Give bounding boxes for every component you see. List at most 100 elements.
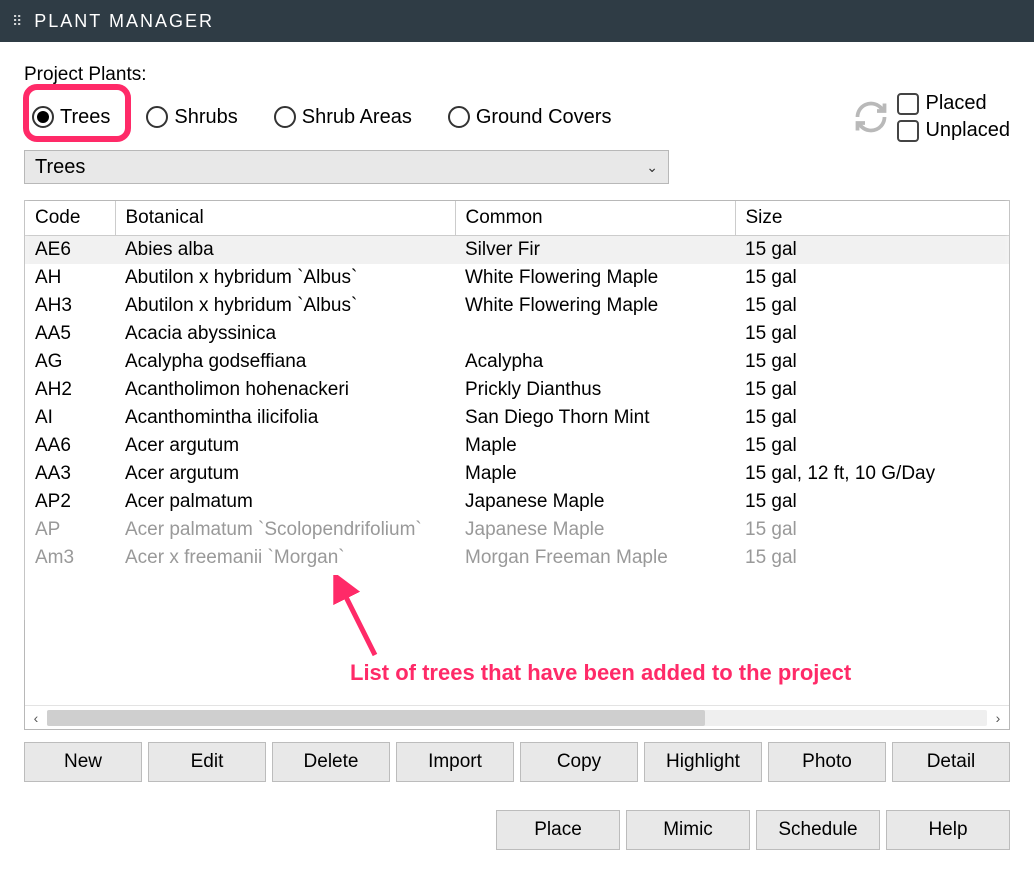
cell-size: 15 gal, 12 ft, 10 G/Day xyxy=(735,460,1009,488)
scroll-left-arrow-icon[interactable]: ‹ xyxy=(25,710,47,726)
action-button-row: New Edit Delete Import Copy Highlight Ph… xyxy=(24,742,1010,782)
table-row[interactable]: AA3Acer argutumMaple15 gal, 12 ft, 10 G/… xyxy=(25,460,1009,488)
cell-code: AH2 xyxy=(25,376,115,404)
cell-common: Morgan Freeman Maple xyxy=(455,544,735,572)
section-label: Project Plants: xyxy=(24,64,1010,86)
cell-common: Maple xyxy=(455,460,735,488)
radio-circle-icon xyxy=(146,106,168,128)
highlight-button[interactable]: Highlight xyxy=(644,742,762,782)
dropdown-value: Trees xyxy=(35,156,85,179)
plant-table-container: Code Botanical Common Size AE6Abies alba… xyxy=(24,200,1010,730)
cell-size: 15 gal xyxy=(735,348,1009,376)
cell-size: 15 gal xyxy=(735,236,1009,265)
title-bar[interactable]: ⠿ PLANT MANAGER xyxy=(0,0,1034,42)
radio-label: Ground Covers xyxy=(476,106,612,129)
refresh-icon[interactable] xyxy=(853,99,889,135)
cell-common: Japanese Maple xyxy=(455,516,735,544)
cell-botanical: Acer argutum xyxy=(115,460,455,488)
cell-botanical: Abutilon x hybridum `Albus` xyxy=(115,264,455,292)
scroll-thumb[interactable] xyxy=(47,710,705,726)
window-title: PLANT MANAGER xyxy=(34,11,214,32)
scroll-track[interactable] xyxy=(47,710,987,726)
table-row[interactable]: Am3Acer x freemanii `Morgan`Morgan Freem… xyxy=(25,544,1009,572)
col-header-code[interactable]: Code xyxy=(25,201,115,236)
cell-size: 15 gal xyxy=(735,516,1009,544)
copy-button[interactable]: Copy xyxy=(520,742,638,782)
chevron-down-icon: ⌄ xyxy=(646,159,658,176)
cell-code: AG xyxy=(25,348,115,376)
cell-botanical: Abies alba xyxy=(115,236,455,265)
cell-common: Japanese Maple xyxy=(455,488,735,516)
table-row[interactable]: AH3Abutilon x hybridum `Albus`White Flow… xyxy=(25,292,1009,320)
delete-button[interactable]: Delete xyxy=(272,742,390,782)
scroll-right-arrow-icon[interactable]: › xyxy=(987,710,1009,726)
table-row[interactable]: AGAcalypha godseffianaAcalypha15 gal xyxy=(25,348,1009,376)
schedule-button[interactable]: Schedule xyxy=(756,810,880,850)
radio-circle-icon xyxy=(274,106,296,128)
table-row[interactable]: AE6Abies albaSilver Fir15 gal xyxy=(25,236,1009,265)
cell-common: White Flowering Maple xyxy=(455,264,735,292)
cell-botanical: Acer x freemanii `Morgan` xyxy=(115,544,455,572)
checkbox-label: Unplaced xyxy=(925,119,1010,142)
cell-code: AP xyxy=(25,516,115,544)
cell-code: AE6 xyxy=(25,236,115,265)
checkbox-placed[interactable]: Placed xyxy=(897,92,1010,115)
cell-botanical: Acantholimon hohenackeri xyxy=(115,376,455,404)
cell-botanical: Acer palmatum xyxy=(115,488,455,516)
cell-common: Silver Fir xyxy=(455,236,735,265)
col-header-common[interactable]: Common xyxy=(455,201,735,236)
import-button[interactable]: Import xyxy=(396,742,514,782)
place-button[interactable]: Place xyxy=(496,810,620,850)
radio-label: Shrub Areas xyxy=(302,106,412,129)
radio-shrubs[interactable]: Shrubs xyxy=(146,106,237,129)
edit-button[interactable]: Edit xyxy=(148,742,266,782)
cell-code: AA3 xyxy=(25,460,115,488)
cell-common xyxy=(455,320,735,348)
cell-size: 15 gal xyxy=(735,320,1009,348)
mimic-button[interactable]: Mimic xyxy=(626,810,750,850)
table-row[interactable]: AP2Acer palmatumJapanese Maple15 gal xyxy=(25,488,1009,516)
table-row[interactable]: AHAbutilon x hybridum `Albus`White Flowe… xyxy=(25,264,1009,292)
grip-icon: ⠿ xyxy=(12,14,24,28)
cell-code: AA5 xyxy=(25,320,115,348)
cell-code: AP2 xyxy=(25,488,115,516)
cell-size: 15 gal xyxy=(735,292,1009,320)
table-row[interactable]: APAcer palmatum `Scolopendrifolium`Japan… xyxy=(25,516,1009,544)
radio-ground-covers[interactable]: Ground Covers xyxy=(448,106,612,129)
cell-size: 15 gal xyxy=(735,264,1009,292)
cell-botanical: Acacia abyssinica xyxy=(115,320,455,348)
cell-common: Prickly Dianthus xyxy=(455,376,735,404)
col-header-botanical[interactable]: Botanical xyxy=(115,201,455,236)
fade-overlay xyxy=(26,575,1008,695)
cell-botanical: Acalypha godseffiana xyxy=(115,348,455,376)
col-header-size[interactable]: Size xyxy=(735,201,1009,236)
table-row[interactable]: AIAcanthomintha ilicifoliaSan Diego Thor… xyxy=(25,404,1009,432)
radio-circle-icon xyxy=(448,106,470,128)
radio-shrub-areas[interactable]: Shrub Areas xyxy=(274,106,412,129)
radio-label: Trees xyxy=(60,106,110,129)
cell-common: White Flowering Maple xyxy=(455,292,735,320)
detail-button[interactable]: Detail xyxy=(892,742,1010,782)
photo-button[interactable]: Photo xyxy=(768,742,886,782)
cell-code: Am3 xyxy=(25,544,115,572)
checkbox-unplaced[interactable]: Unplaced xyxy=(897,119,1010,142)
radio-trees[interactable]: Trees xyxy=(32,106,110,129)
cell-size: 15 gal xyxy=(735,544,1009,572)
table-row[interactable]: AA5Acacia abyssinica 15 gal xyxy=(25,320,1009,348)
cell-botanical: Acer argutum xyxy=(115,432,455,460)
help-button[interactable]: Help xyxy=(886,810,1010,850)
cell-size: 15 gal xyxy=(735,404,1009,432)
plant-type-radios: Trees Shrubs Shrub Areas Ground Covers xyxy=(24,92,1010,142)
table-row[interactable]: AA6Acer argutumMaple15 gal xyxy=(25,432,1009,460)
plant-table[interactable]: Code Botanical Common Size AE6Abies alba… xyxy=(25,201,1009,572)
cell-botanical: Acer palmatum `Scolopendrifolium` xyxy=(115,516,455,544)
cell-size: 15 gal xyxy=(735,376,1009,404)
checkbox-icon xyxy=(897,120,919,142)
table-row[interactable]: AH2Acantholimon hohenackeriPrickly Diant… xyxy=(25,376,1009,404)
cell-code: AI xyxy=(25,404,115,432)
radio-circle-icon xyxy=(32,106,54,128)
horizontal-scrollbar[interactable]: ‹ › xyxy=(25,705,1009,729)
cell-common: Maple xyxy=(455,432,735,460)
new-button[interactable]: New xyxy=(24,742,142,782)
category-dropdown[interactable]: Trees ⌄ xyxy=(24,150,669,184)
